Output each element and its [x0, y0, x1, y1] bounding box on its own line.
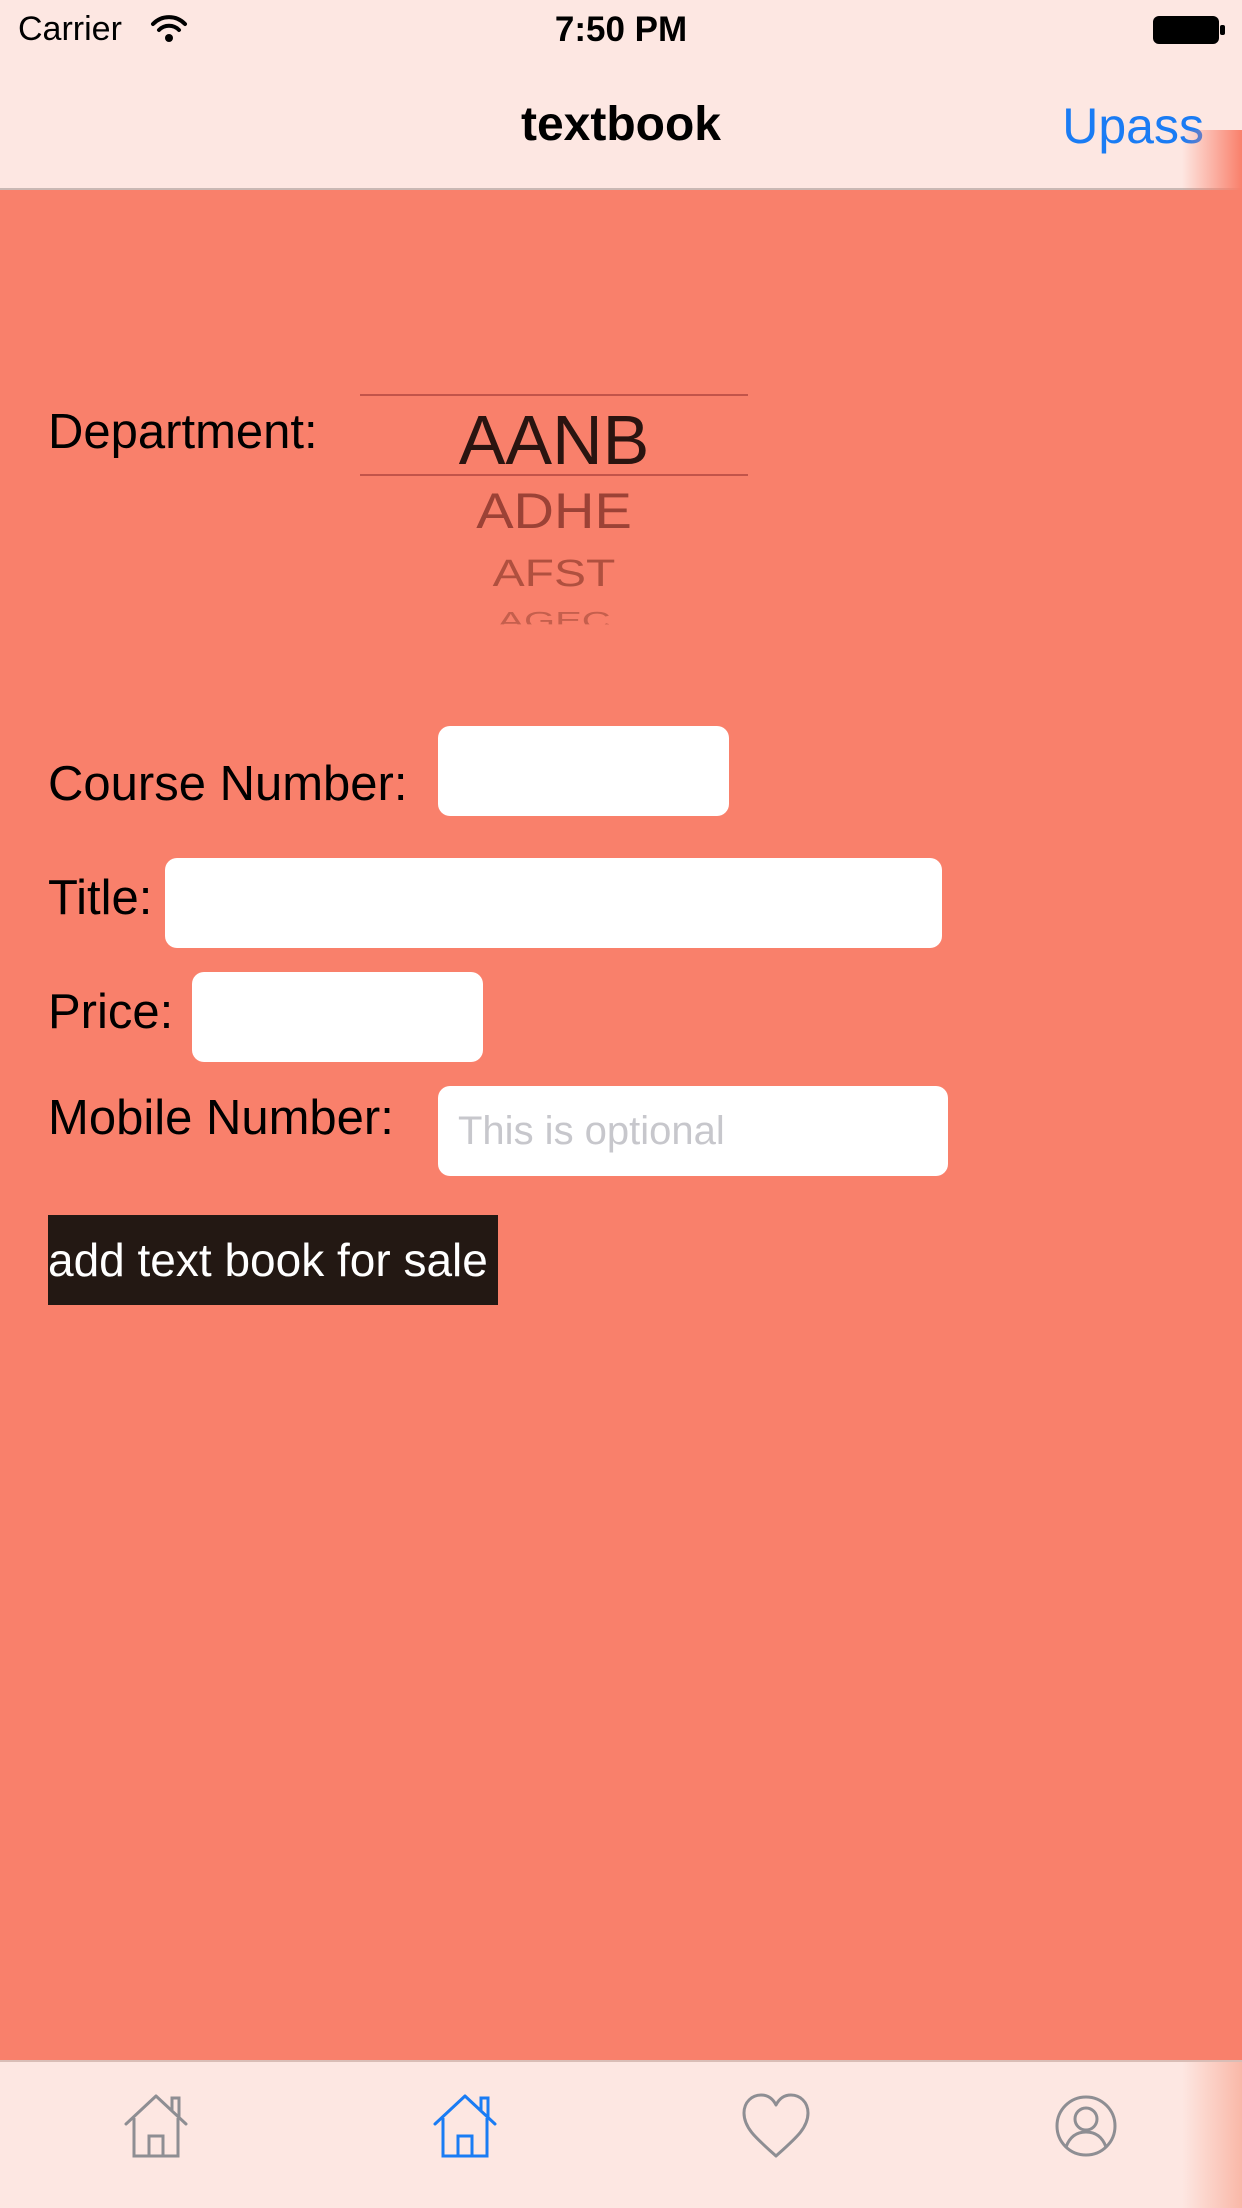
- bar-edge-fade: [1182, 130, 1242, 190]
- profile-icon: [1046, 2095, 1126, 2170]
- tab-home-active[interactable]: [425, 2086, 505, 2166]
- home-icon: [425, 2094, 505, 2170]
- battery-icon: [1152, 15, 1226, 45]
- title-input[interactable]: [165, 858, 942, 948]
- home-icon: [116, 2094, 196, 2170]
- department-picker[interactable]: AANB ADHE AFST AGEC: [360, 394, 748, 634]
- tab-profile[interactable]: [1046, 2086, 1126, 2166]
- status-bar: Carrier 7:50 PM: [0, 0, 1242, 60]
- picker-option-selected[interactable]: AANB: [360, 400, 748, 480]
- price-input[interactable]: [192, 972, 483, 1062]
- mobile-number-input[interactable]: [438, 1086, 948, 1176]
- add-textbook-button[interactable]: add text book for sale: [48, 1215, 498, 1305]
- picker-option[interactable]: ADHE: [360, 481, 748, 540]
- picker-option[interactable]: AGEC: [360, 608, 748, 625]
- page-title: textbook: [520, 98, 721, 151]
- course-number-label: Course Number:: [48, 757, 408, 811]
- picker-selection-top-line: [360, 394, 748, 396]
- tab-bar: [0, 2060, 1242, 2208]
- title-label: Title:: [48, 871, 153, 925]
- tab-home[interactable]: [116, 2086, 196, 2166]
- mobile-number-label: Mobile Number:: [48, 1091, 394, 1145]
- course-number-input[interactable]: [438, 726, 729, 816]
- picker-option[interactable]: AFST: [360, 552, 748, 596]
- heart-icon: [736, 2093, 816, 2170]
- department-label: Department:: [48, 405, 318, 459]
- status-time: 7:50 PM: [554, 10, 688, 49]
- tab-favorites[interactable]: [736, 2086, 816, 2166]
- bar-edge-fade: [1182, 2062, 1242, 2208]
- price-label: Price:: [48, 985, 174, 1039]
- navigation-bar: Carrier 7:50 PM textbook Upass: [0, 0, 1242, 190]
